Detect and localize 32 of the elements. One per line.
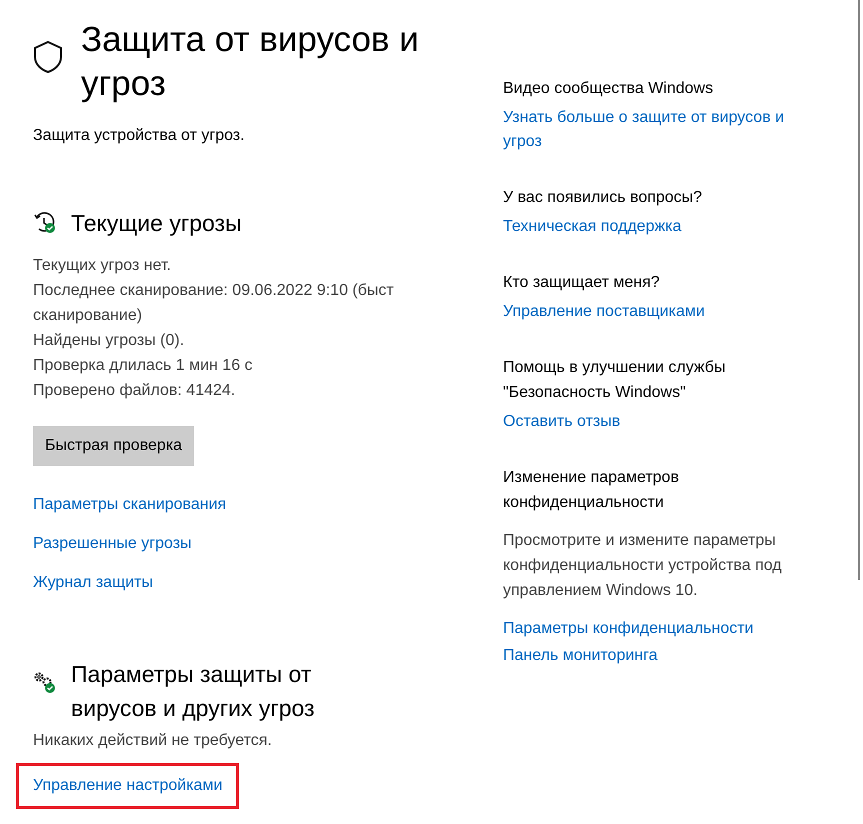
link[interactable]: Журнал защиты	[33, 570, 153, 594]
status-text: Текущих угроз нет.	[33, 256, 171, 276]
link[interactable]: Узнать больше о защите от вирусов и угроз	[503, 106, 813, 154]
page-subtitle: Защита устройства от угроз.	[33, 126, 246, 146]
section-heading: Текущие угрозы	[71, 209, 242, 238]
status-text: сканирование)	[33, 306, 142, 326]
quick-scan-button[interactable]: Быстрая проверка	[33, 426, 194, 466]
shield-icon	[33, 40, 63, 74]
page-title: Защита от вирусов и угроз	[81, 19, 420, 105]
link[interactable]: Оставить отзыв	[503, 410, 620, 434]
gears-check-icon	[33, 670, 57, 694]
link[interactable]: Параметры конфиденциальности	[503, 617, 754, 641]
status-text: Проверено файлов: 41424.	[33, 380, 236, 400]
scrollbar[interactable]	[858, 0, 860, 580]
sidebar-heading: Кто защищает меня?	[503, 273, 661, 293]
link[interactable]: Разрешенные угрозы	[33, 532, 192, 556]
link[interactable]: Параметры сканирования	[33, 492, 226, 516]
status-text: Никаких действий не требуется.	[33, 730, 273, 750]
link[interactable]: Управление поставщиками	[503, 300, 705, 324]
manage-settings-link[interactable]: Управление настройками	[16, 762, 240, 808]
status-text: Последнее сканирование: 09.06.2022 9:10 (быст	[33, 280, 394, 300]
link[interactable]: Техническая поддержка	[503, 215, 682, 239]
sidebar-heading: Видео сообщества Windows	[503, 79, 714, 99]
status-text: Найдены угрозы (0).	[33, 330, 184, 350]
status-text: Проверка длилась 1 мин 16 с	[33, 356, 253, 376]
section-heading: Параметры защиты от вирусов и других угроз	[71, 660, 316, 723]
clock-check-icon	[33, 211, 57, 236]
sidebar-heading: Помощь в улучшении службы "Безопасность Windows"	[503, 358, 726, 403]
sidebar-heading: Изменение параметров конфиденциальности	[503, 468, 680, 513]
sidebar-text: Просмотрите и измените параметры конфиденциальности устройства под управлением Windows 10.	[503, 531, 783, 601]
link[interactable]: Панель мониторинга	[503, 644, 658, 668]
sidebar-heading: У вас появились вопросы?	[503, 188, 704, 208]
